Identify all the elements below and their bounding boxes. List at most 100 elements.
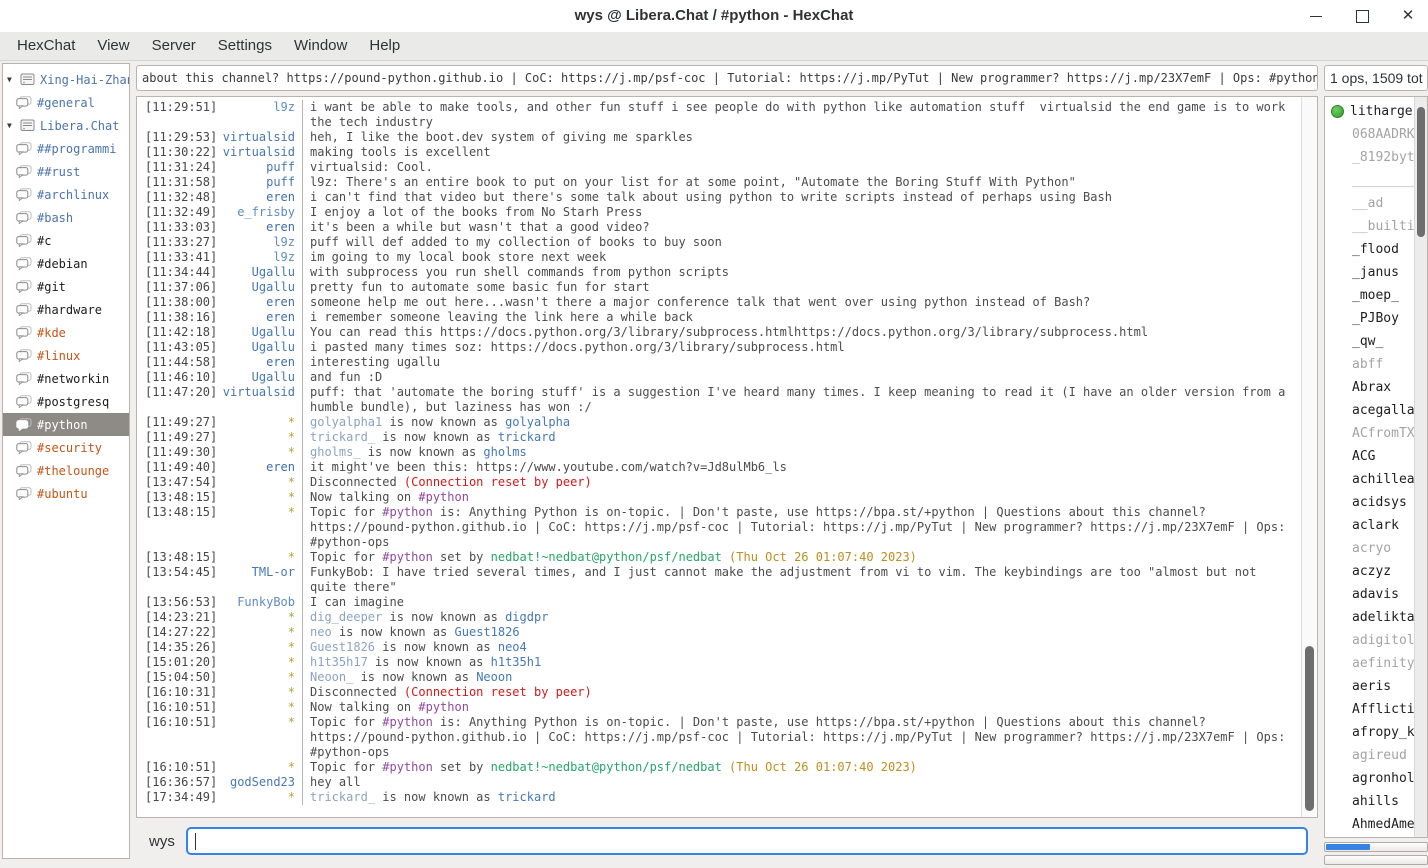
message-segment: hey all <box>310 775 361 789</box>
event-star: * <box>219 625 295 640</box>
userlist-item-acidsys[interactable]: acidsys <box>1325 491 1427 514</box>
sidebar-item--thelounge[interactable]: #thelounge <box>3 459 129 482</box>
timestamp: [11:29:53] <box>137 130 219 145</box>
userlist-item-abff[interactable]: abff <box>1325 353 1427 376</box>
userlist-item-aefinity[interactable]: aefinity <box>1325 652 1427 675</box>
userlist-scrollbar[interactable] <box>1414 97 1427 837</box>
userlist-item-acfromtx[interactable]: ACfromTX <box>1325 422 1427 445</box>
message-text: i pasted many times soz: https://docs.py… <box>302 340 1301 355</box>
sidebar-item--networkin[interactable]: #networkin <box>3 367 129 390</box>
message-segment: gholms <box>483 445 526 459</box>
own-nick-label[interactable]: wys <box>136 833 175 850</box>
maximize-button-icon[interactable] <box>1354 8 1370 24</box>
userlist-item-afflictio[interactable]: Afflictio <box>1325 698 1427 721</box>
chat-line: [11:34:44]Ugalluwith subprocess you run … <box>137 265 1301 280</box>
userlist-item-ahills[interactable]: ahills <box>1325 790 1427 813</box>
timestamp: [11:49:27] <box>137 415 219 430</box>
message-text: hey all <box>302 775 1301 790</box>
chat-line: [13:47:54]*Disconnected (Connection rese… <box>137 475 1301 490</box>
sidebar-item--rust[interactable]: ##rust <box>3 160 129 183</box>
chat-line: [11:29:53]virtualsidheh, I like the boot… <box>137 130 1301 145</box>
userlist-item--8192byte[interactable]: _8192byte <box>1325 146 1427 169</box>
userlist-item--moep-[interactable]: _moep_ <box>1325 284 1427 307</box>
close-button-icon[interactable]: ✕ <box>1400 8 1416 24</box>
chat-area[interactable]: [11:29:51]l9zi want be able to make tool… <box>136 96 1318 818</box>
userlist-item-acryo[interactable]: acryo <box>1325 537 1427 560</box>
sidebar-item--bash[interactable]: #bash <box>3 206 129 229</box>
sidebar-item--postgresq[interactable]: #postgresq <box>3 390 129 413</box>
userlist-item-agireud[interactable]: agireud <box>1325 744 1427 767</box>
sidebar-item--security[interactable]: #security <box>3 436 129 459</box>
sidebar-item--archlinux[interactable]: #archlinux <box>3 183 129 206</box>
minimize-button-icon[interactable] <box>1308 8 1324 24</box>
message-segment: is: Anything Python is on-topic. | Don't… <box>310 505 1293 549</box>
chat-scrollbar[interactable] <box>1301 97 1317 817</box>
userlist-item-afropy-ke[interactable]: afropy_ke <box>1325 721 1427 744</box>
timestamp: [11:33:27] <box>137 235 219 250</box>
userlist-item-aeris[interactable]: aeris <box>1325 675 1427 698</box>
sidebar-item--kde[interactable]: #kde <box>3 321 129 344</box>
sidebar-server-libera-chat[interactable]: ▼Libera.Chat <box>3 114 129 137</box>
userlist-item-abrax[interactable]: Abrax <box>1325 376 1427 399</box>
expander-arrow-icon[interactable]: ▼ <box>3 121 20 130</box>
userlist-item-ahmedamer[interactable]: AhmedAmer <box>1325 813 1427 836</box>
userlist-item-aczyz[interactable]: aczyz <box>1325 560 1427 583</box>
userlist-item-068aadrkn[interactable]: 068AADRKN <box>1325 123 1427 146</box>
chat-line: [11:44:58]ereninteresting ugallu <box>137 355 1301 370</box>
userlist-item-acegalla-[interactable]: acegalla- <box>1325 399 1427 422</box>
userlist-item--pjboy[interactable]: _PJBoy <box>1325 307 1427 330</box>
sidebar-item--general[interactable]: #general <box>3 91 129 114</box>
sidebar-item--programmi[interactable]: ##programmi <box>3 137 129 160</box>
message-input[interactable] <box>186 827 1308 855</box>
event-star: * <box>219 655 295 670</box>
sidebar-item--linux[interactable]: #linux <box>3 344 129 367</box>
channel-bubble-icon <box>16 142 32 155</box>
menu-view[interactable]: View <box>86 32 140 60</box>
expander-arrow-icon[interactable]: ▼ <box>3 75 20 84</box>
userlist-item-adavis[interactable]: adavis <box>1325 583 1427 606</box>
sidebar-item--ubuntu[interactable]: #ubuntu <box>3 482 129 505</box>
userlist-item-adeliktas[interactable]: adeliktas <box>1325 606 1427 629</box>
message-segment: is now known as <box>375 790 498 804</box>
channel-bubble-icon <box>16 349 32 362</box>
userlist-item-adigitole[interactable]: adigitole <box>1325 629 1427 652</box>
userlist-item--builtin[interactable]: __builtin <box>1325 215 1427 238</box>
chat-line: [11:31:58]puffl9z: There's an entire boo… <box>137 175 1301 190</box>
userlist-item-acg[interactable]: ACG <box>1325 445 1427 468</box>
chat-line: [11:37:06]Ugallupretty fun to automate s… <box>137 280 1301 295</box>
sidebar-item--git[interactable]: #git <box>3 275 129 298</box>
user-list[interactable]: litharge068AADRKN_8192byte___________ad_… <box>1324 96 1428 838</box>
userlist-item-agronholm[interactable]: agronholm <box>1325 767 1427 790</box>
chat-scrollbar-thumb[interactable] <box>1305 646 1314 810</box>
userlist-item-litharge[interactable]: litharge <box>1325 100 1427 123</box>
userlist-item--[interactable]: _________ <box>1325 169 1427 192</box>
user-nick-label: _moep_ <box>1352 288 1399 303</box>
sidebar-item--hardware[interactable]: #hardware <box>3 298 129 321</box>
userlist-item--flood[interactable]: _flood <box>1325 238 1427 261</box>
window-title: wys @ Libera.Chat / #python - HexChat <box>0 0 1428 32</box>
menu-window[interactable]: Window <box>283 32 358 60</box>
sidebar-server-xing-hai-zhan[interactable]: ▼Xing-Hai-Zhan <box>3 68 129 91</box>
userlist-item-achilleas[interactable]: achilleas <box>1325 468 1427 491</box>
menu-server[interactable]: Server <box>141 32 207 60</box>
sidebar-item--debian[interactable]: #debian <box>3 252 129 275</box>
userlist-item--ad[interactable]: __ad <box>1325 192 1427 215</box>
userlist-item--qw-[interactable]: _qw_ <box>1325 330 1427 353</box>
event-star: * <box>219 445 295 460</box>
chat-line: [11:46:10]Ugalluand fun :D <box>137 370 1301 385</box>
menu-hexchat[interactable]: HexChat <box>6 32 86 60</box>
userlist-item--janus[interactable]: _janus <box>1325 261 1427 284</box>
menu-settings[interactable]: Settings <box>207 32 283 60</box>
channel-tree[interactable]: ▼Xing-Hai-Zhan#general▼Libera.Chat##prog… <box>2 63 130 859</box>
userlist-scrollbar-thumb[interactable] <box>1417 107 1425 237</box>
timestamp: [16:10:31] <box>137 685 219 700</box>
sidebar-item--python[interactable]: #python <box>3 413 129 436</box>
message-segment: is now known as <box>353 670 476 684</box>
topic-input[interactable]: about this channel? https://pound-python… <box>136 65 1318 91</box>
menu-help[interactable]: Help <box>358 32 411 60</box>
userlist-item-aclark[interactable]: aclark <box>1325 514 1427 537</box>
message-segment: is: Anything Python is on-topic. | Don't… <box>310 715 1293 759</box>
message-text: virtualsid: Cool. <box>302 160 1301 175</box>
timestamp: [15:04:50] <box>137 670 219 685</box>
sidebar-item--c[interactable]: #c <box>3 229 129 252</box>
